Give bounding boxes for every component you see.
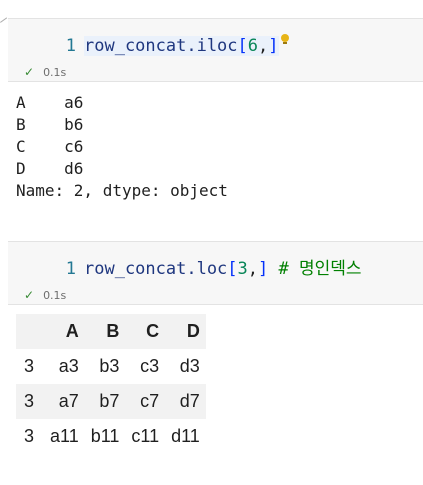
table-row: 3 a3 b3 c3 d3: [16, 349, 206, 384]
table-cell: d7: [165, 384, 206, 419]
code-identifier: row_concat.iloc: [84, 36, 238, 56]
line-number: 1: [65, 36, 76, 56]
table-cell: c7: [125, 384, 166, 419]
table-cell: b3: [99, 356, 120, 376]
code-cell-loc[interactable]: 1 row_concat.loc[3,] # 명인덱스 ✓ 0.1s: [8, 241, 423, 305]
code-identifier: row_concat.loc: [84, 259, 228, 279]
table-cell: d3: [179, 356, 200, 376]
table-cell: b11: [90, 426, 120, 446]
check-icon: ✓: [24, 288, 35, 302]
column-header: D: [165, 314, 206, 349]
column-header: B: [84, 314, 126, 349]
row-index: 3: [24, 356, 35, 376]
code-bracket-close: ]: [268, 36, 279, 56]
code-bracket-open: [: [237, 36, 248, 56]
table-cell: d11: [171, 426, 200, 446]
execution-status: ✓ 0.1s: [24, 65, 66, 79]
table-cell: a3: [58, 356, 79, 376]
output-line: A a6: [16, 93, 84, 112]
code-comment: # 명인덱스: [268, 259, 362, 279]
table-header-row: A B C D: [16, 314, 206, 349]
execution-time: 0.1s: [43, 289, 67, 302]
table-cell: c3: [140, 356, 160, 376]
code-number: 3: [237, 259, 248, 279]
index-header: [16, 314, 45, 349]
table-cell: c11: [131, 426, 160, 446]
table-cell: a11: [50, 426, 79, 446]
code-cell-iloc[interactable]: 1 row_concat.iloc[6,] ✓ 0.1s: [8, 18, 423, 82]
column-header: A: [44, 314, 85, 349]
execution-status: ✓ 0.1s: [24, 288, 66, 302]
column-header: C: [125, 314, 166, 349]
code-comma: ,: [247, 259, 259, 279]
line-number: 1: [65, 259, 76, 279]
code-bracket-open: [: [227, 259, 238, 279]
output-line: C c6: [16, 137, 84, 156]
output-line: Name: 2, dtype: object: [16, 181, 228, 200]
table-cell: a7: [44, 384, 85, 419]
output-line: B b6: [16, 115, 84, 134]
output-line: D d6: [16, 159, 84, 178]
row-index: 3: [24, 426, 35, 446]
lightbulb-icon[interactable]: [280, 34, 289, 45]
dataframe-output: A B C D 3 a3 b3 c3 d3 3 a7 b7 c7 d7 3 a1…: [16, 314, 206, 454]
execution-time: 0.1s: [43, 66, 67, 79]
code-comma: ,: [258, 36, 269, 56]
code-text[interactable]: row_concat.iloc[6,]: [84, 36, 279, 56]
code-line[interactable]: 1 row_concat.loc[3,] # 명인덱스: [8, 257, 362, 281]
cell-output-series: A a6 B b6 C c6 D d6 Name: 2, dtype: obje…: [16, 92, 228, 202]
table-cell: b7: [84, 384, 126, 419]
check-icon: ✓: [24, 65, 35, 79]
code-line[interactable]: 1 row_concat.iloc[6,]: [8, 34, 289, 58]
row-index: 3: [16, 384, 45, 419]
table-row: 3 a11 b11 c11 d11: [16, 419, 206, 454]
code-text[interactable]: row_concat.loc[3,] # 명인덱스: [84, 259, 362, 279]
table-row: 3 a7 b7 c7 d7: [16, 384, 206, 419]
code-bracket-close: ]: [258, 259, 269, 279]
code-number: 6: [247, 36, 259, 56]
